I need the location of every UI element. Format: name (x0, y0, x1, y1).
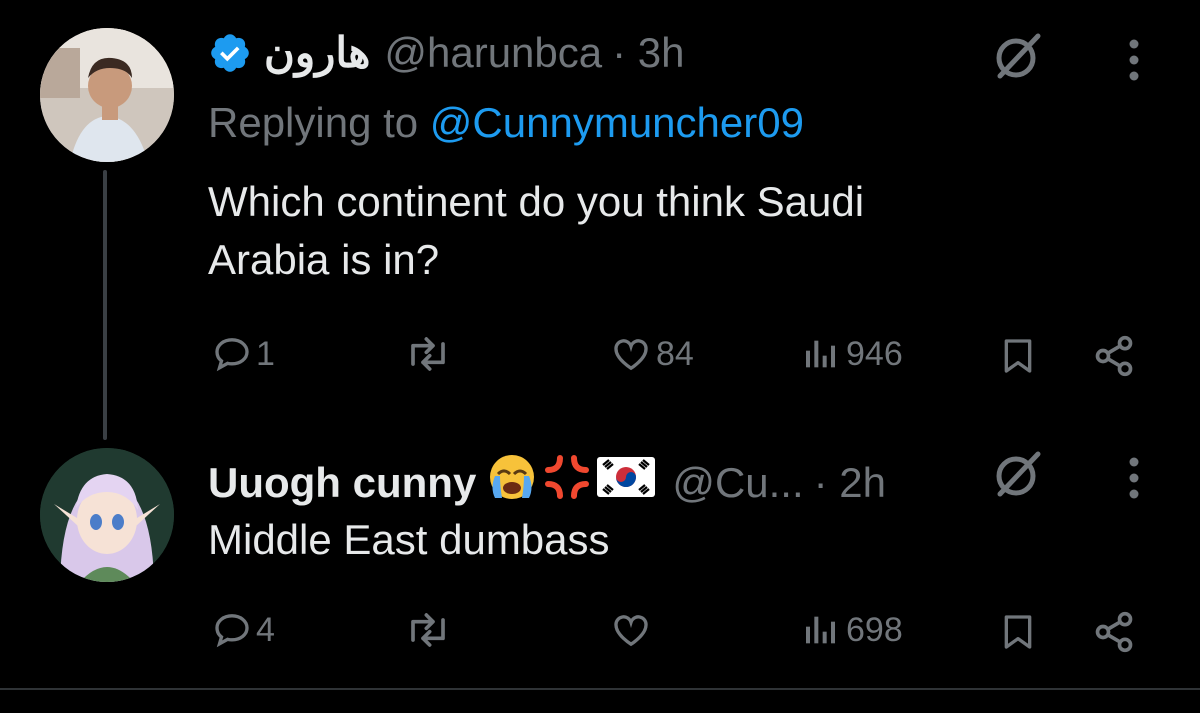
retweet-icon (411, 337, 445, 371)
avatar-uuogh-cunny[interactable] (40, 448, 174, 582)
tweet1-more-options-icon[interactable] (1124, 38, 1144, 87)
tweet1-header: هارون @harunbca · 3h (208, 28, 685, 78)
reply-icon (215, 338, 249, 372)
tweet2-bookmark-button[interactable] (998, 610, 1038, 654)
tweet2-timestamp[interactable]: · 2h (814, 458, 886, 508)
tweet1-text-line1: Which continent do you think Saudi (208, 178, 865, 225)
share-icon (1095, 611, 1133, 653)
tweet2-reply-button[interactable]: 4 (212, 610, 275, 650)
tweet1-reply-count: 1 (256, 334, 275, 373)
tweet2-like-button[interactable] (610, 610, 652, 650)
replying-to-handle-link[interactable]: @Cunnymuncher09 (430, 99, 804, 146)
tweet2-reply-count: 4 (256, 610, 275, 649)
tweet2-header: Uuogh cunny @Cu... · 2h (208, 452, 886, 513)
tweet2-retweet-button[interactable] (404, 610, 452, 650)
tweet1-views-button[interactable]: 946 (800, 334, 903, 374)
south-korea-flag-emoji-icon (596, 455, 656, 510)
tweet1-retweet-button[interactable] (404, 334, 452, 374)
views-chart-icon (806, 616, 835, 644)
tweet1-reply-button[interactable]: 1 (212, 334, 275, 374)
reply-icon (215, 614, 249, 648)
tweet-divider (0, 688, 1200, 690)
tweet1-replying-to: Replying to @Cunnymuncher09 (208, 98, 804, 148)
tweet2-more-options-icon[interactable] (1124, 456, 1144, 505)
tweet1-text-line2: Arabia is in? (208, 236, 440, 283)
heart-icon (614, 339, 648, 371)
tweet1-handle[interactable]: @harunbca (384, 28, 602, 78)
retweet-icon (411, 613, 445, 647)
avatar-photo-icon (40, 28, 174, 162)
tweet2-handle[interactable]: @Cu... (672, 458, 803, 508)
crying-face-emoji-icon (486, 452, 538, 513)
tweet2-share-button[interactable] (1092, 610, 1136, 654)
tweet1-view-count: 946 (846, 334, 903, 373)
heart-icon (614, 615, 648, 647)
share-icon (1095, 335, 1133, 377)
tweet1-share-button[interactable] (1092, 334, 1136, 378)
tweet1-display-name[interactable]: هارون (264, 28, 370, 78)
tweet2-view-count: 698 (846, 610, 903, 649)
tweet2-text: Middle East dumbass (208, 516, 610, 563)
bookmark-icon (1004, 339, 1032, 373)
tweet1-grok-icon[interactable] (990, 28, 1046, 89)
avatar-harunbca[interactable] (40, 28, 174, 162)
replying-to-label: Replying to (208, 99, 430, 146)
bookmark-icon (1004, 615, 1032, 649)
tweet2-display-name[interactable]: Uuogh cunny (208, 458, 476, 508)
anime-avatar-icon (40, 448, 174, 582)
tweet2-grok-icon[interactable] (990, 446, 1046, 507)
verified-badge-icon (208, 31, 252, 75)
tweet2-views-button[interactable]: 698 (800, 610, 903, 650)
views-chart-icon (806, 340, 835, 368)
tweet1-like-button[interactable]: 84 (610, 334, 694, 374)
tweet1-timestamp[interactable]: · 3h (612, 28, 684, 78)
tweet1-like-count: 84 (656, 334, 694, 373)
thread-connector-line (103, 170, 107, 440)
anger-symbol-emoji-icon (542, 452, 592, 513)
tweet1-bookmark-button[interactable] (998, 334, 1038, 378)
tweet1-text: Which continent do you think Saudi Arabi… (208, 173, 1168, 289)
